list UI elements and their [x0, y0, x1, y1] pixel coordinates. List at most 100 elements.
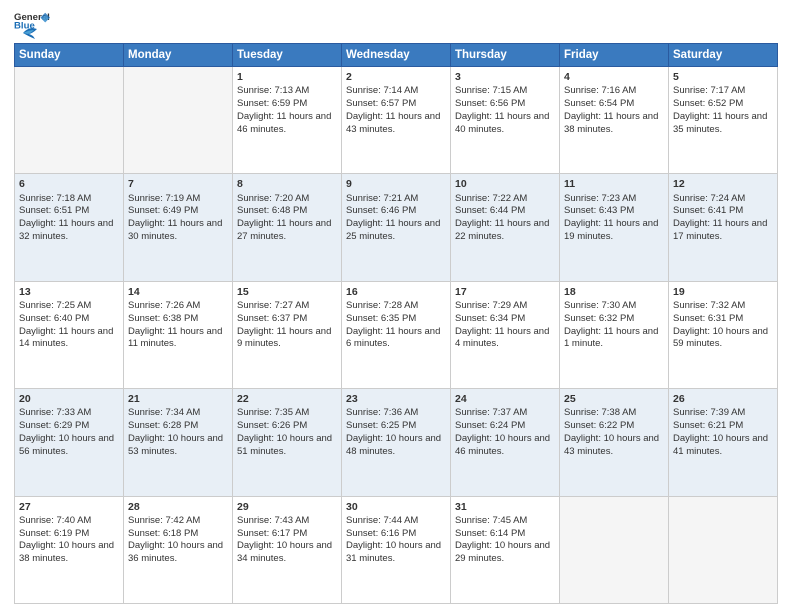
day-number: 16: [346, 285, 446, 299]
sunset-text: Sunset: 6:21 PM: [673, 420, 743, 431]
day-number: 11: [564, 177, 664, 191]
daylight-text: Daylight: 10 hours and 46 minutes.: [455, 433, 550, 457]
sunset-text: Sunset: 6:52 PM: [673, 98, 743, 109]
day-number: 4: [564, 70, 664, 84]
col-header-thursday: Thursday: [451, 44, 560, 67]
calendar-cell: [669, 496, 778, 603]
sunrise-text: Sunrise: 7:16 AM: [564, 85, 636, 96]
calendar-cell: 29Sunrise: 7:43 AMSunset: 6:17 PMDayligh…: [233, 496, 342, 603]
logo: General Blue: [14, 10, 50, 37]
day-number: 28: [128, 500, 228, 514]
sunset-text: Sunset: 6:57 PM: [346, 98, 416, 109]
sunrise-text: Sunrise: 7:43 AM: [237, 515, 309, 526]
sunset-text: Sunset: 6:38 PM: [128, 313, 198, 324]
sunrise-text: Sunrise: 7:24 AM: [673, 193, 745, 204]
daylight-text: Daylight: 10 hours and 34 minutes.: [237, 540, 332, 564]
daylight-text: Daylight: 11 hours and 25 minutes.: [346, 218, 440, 242]
calendar-cell: 17Sunrise: 7:29 AMSunset: 6:34 PMDayligh…: [451, 281, 560, 388]
daylight-text: Daylight: 11 hours and 17 minutes.: [673, 218, 767, 242]
sunset-text: Sunset: 6:35 PM: [346, 313, 416, 324]
sunset-text: Sunset: 6:40 PM: [19, 313, 89, 324]
sunrise-text: Sunrise: 7:42 AM: [128, 515, 200, 526]
sunrise-text: Sunrise: 7:18 AM: [19, 193, 91, 204]
daylight-text: Daylight: 11 hours and 46 minutes.: [237, 111, 331, 135]
col-header-monday: Monday: [124, 44, 233, 67]
sunrise-text: Sunrise: 7:44 AM: [346, 515, 418, 526]
daylight-text: Daylight: 11 hours and 38 minutes.: [564, 111, 658, 135]
sunrise-text: Sunrise: 7:14 AM: [346, 85, 418, 96]
sunset-text: Sunset: 6:31 PM: [673, 313, 743, 324]
sunrise-text: Sunrise: 7:15 AM: [455, 85, 527, 96]
day-number: 21: [128, 392, 228, 406]
calendar-cell: 1Sunrise: 7:13 AM Sunset: 6:59 PM Daylight…: [233, 67, 342, 174]
day-number: 22: [237, 392, 337, 406]
daylight-text: Daylight: 10 hours and 29 minutes.: [455, 540, 550, 564]
sunrise-text: Sunrise: 7:39 AM: [673, 407, 745, 418]
daylight-text: Daylight: 11 hours and 6 minutes.: [346, 326, 440, 350]
sunrise-text: Sunrise: 7:29 AM: [455, 300, 527, 311]
day-number: 1: [237, 70, 337, 84]
daylight-text: Daylight: 11 hours and 1 minute.: [564, 326, 658, 350]
day-number: 25: [564, 392, 664, 406]
calendar-cell: 26Sunrise: 7:39 AMSunset: 6:21 PMDayligh…: [669, 389, 778, 496]
calendar-week-5: 27Sunrise: 7:40 AMSunset: 6:19 PMDayligh…: [15, 496, 778, 603]
page: General Blue SundayMondayTuesdayWednesda…: [0, 0, 792, 612]
calendar-cell: 11Sunrise: 7:23 AMSunset: 6:43 PMDayligh…: [560, 174, 669, 281]
calendar-cell: [560, 496, 669, 603]
calendar-cell: 20Sunrise: 7:33 AMSunset: 6:29 PMDayligh…: [15, 389, 124, 496]
sunset-text: Sunset: 6:43 PM: [564, 205, 634, 216]
day-number: 24: [455, 392, 555, 406]
sunset-text: Sunset: 6:25 PM: [346, 420, 416, 431]
day-number: 18: [564, 285, 664, 299]
sunrise-text: Sunrise: 7:40 AM: [19, 515, 91, 526]
sunset-text: Sunset: 6:51 PM: [19, 205, 89, 216]
sunrise-text: Sunrise: 7:21 AM: [346, 193, 418, 204]
calendar-cell: 25Sunrise: 7:38 AMSunset: 6:22 PMDayligh…: [560, 389, 669, 496]
daylight-text: Daylight: 10 hours and 31 minutes.: [346, 540, 441, 564]
sunset-text: Sunset: 6:37 PM: [237, 313, 307, 324]
calendar-cell: 4Sunrise: 7:16 AM Sunset: 6:54 PM Daylight…: [560, 67, 669, 174]
calendar-cell: 21Sunrise: 7:34 AMSunset: 6:28 PMDayligh…: [124, 389, 233, 496]
calendar-cell: 12Sunrise: 7:24 AMSunset: 6:41 PMDayligh…: [669, 174, 778, 281]
daylight-text: Daylight: 10 hours and 56 minutes.: [19, 433, 114, 457]
calendar-cell: 13Sunrise: 7:25 AMSunset: 6:40 PMDayligh…: [15, 281, 124, 388]
calendar-body: 1Sunrise: 7:13 AM Sunset: 6:59 PM Daylight…: [15, 67, 778, 604]
sunrise-text: Sunrise: 7:17 AM: [673, 85, 745, 96]
day-number: 31: [455, 500, 555, 514]
daylight-text: Daylight: 11 hours and 19 minutes.: [564, 218, 658, 242]
sunrise-text: Sunrise: 7:26 AM: [128, 300, 200, 311]
daylight-text: Daylight: 11 hours and 9 minutes.: [237, 326, 331, 350]
sunset-text: Sunset: 6:54 PM: [564, 98, 634, 109]
calendar-cell: 7Sunrise: 7:19 AMSunset: 6:49 PMDaylight…: [124, 174, 233, 281]
calendar-cell: 5Sunrise: 7:17 AMSunset: 6:52 PMDaylight…: [669, 67, 778, 174]
sunset-text: Sunset: 6:14 PM: [455, 528, 525, 539]
day-number: 15: [237, 285, 337, 299]
calendar-cell: 15Sunrise: 7:27 AMSunset: 6:37 PMDayligh…: [233, 281, 342, 388]
day-number: 13: [19, 285, 119, 299]
daylight-text: Daylight: 11 hours and 40 minutes.: [455, 111, 549, 135]
sunset-text: Sunset: 6:59 PM: [237, 98, 307, 109]
daylight-text: Daylight: 11 hours and 22 minutes.: [455, 218, 549, 242]
day-number: 20: [19, 392, 119, 406]
sunset-text: Sunset: 6:29 PM: [19, 420, 89, 431]
calendar-cell: 28Sunrise: 7:42 AMSunset: 6:18 PMDayligh…: [124, 496, 233, 603]
calendar-cell: 6Sunrise: 7:18 AMSunset: 6:51 PMDaylight…: [15, 174, 124, 281]
sunrise-text: Sunrise: 7:38 AM: [564, 407, 636, 418]
day-number: 23: [346, 392, 446, 406]
calendar-cell: [15, 67, 124, 174]
sunrise-text: Sunrise: 7:30 AM: [564, 300, 636, 311]
sunrise-text: Sunrise: 7:35 AM: [237, 407, 309, 418]
sunrise-text: Sunrise: 7:32 AM: [673, 300, 745, 311]
sunset-text: Sunset: 6:46 PM: [346, 205, 416, 216]
col-header-friday: Friday: [560, 44, 669, 67]
day-number: 27: [19, 500, 119, 514]
day-number: 7: [128, 177, 228, 191]
sunset-text: Sunset: 6:41 PM: [673, 205, 743, 216]
daylight-text: Daylight: 10 hours and 38 minutes.: [19, 540, 114, 564]
daylight-text: Daylight: 11 hours and 4 minutes.: [455, 326, 549, 350]
day-number: 3: [455, 70, 555, 84]
sunrise-text: Sunrise: 7:13 AM: [237, 85, 309, 96]
calendar-cell: 18Sunrise: 7:30 AMSunset: 6:32 PMDayligh…: [560, 281, 669, 388]
calendar-cell: 3Sunrise: 7:15 AMSunset: 6:56 PMDaylight…: [451, 67, 560, 174]
day-number: 10: [455, 177, 555, 191]
